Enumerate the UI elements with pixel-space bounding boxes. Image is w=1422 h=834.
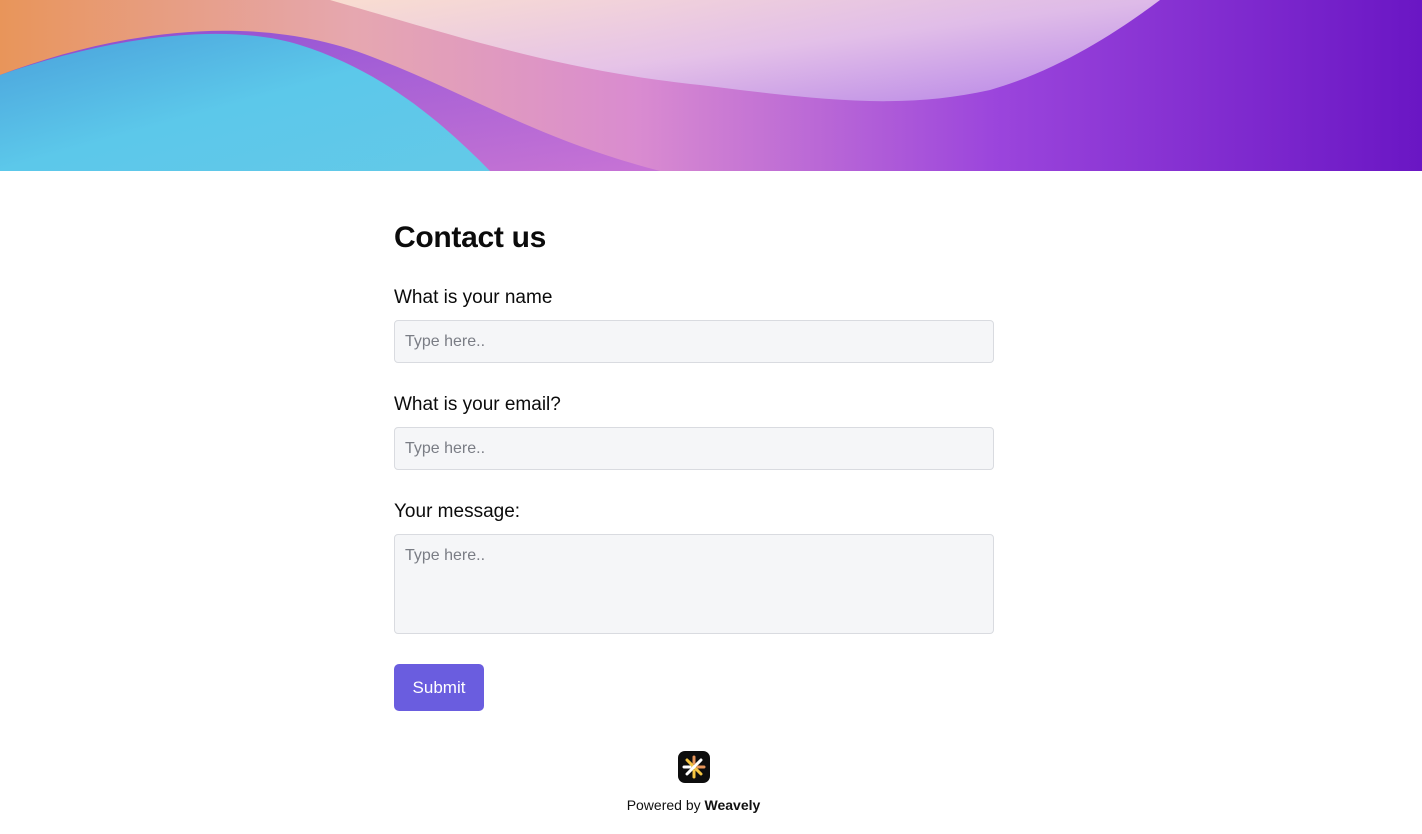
message-textarea[interactable] xyxy=(394,534,994,634)
email-input[interactable] xyxy=(394,427,994,470)
banner-gradient-art xyxy=(0,0,1422,171)
footer: Powered by Weavely xyxy=(0,751,1387,813)
submit-button[interactable]: Submit xyxy=(394,664,484,711)
name-question-label: What is your name xyxy=(394,287,553,308)
brand-name: Weavely xyxy=(704,797,761,813)
powered-by-text[interactable]: Powered by Weavely xyxy=(0,797,1387,813)
message-question-label: Your message: xyxy=(394,501,521,522)
header-banner xyxy=(0,0,1422,171)
weavely-logo-icon[interactable] xyxy=(677,751,710,783)
powered-by-prefix: Powered by xyxy=(626,797,701,813)
email-question-label: What is your email? xyxy=(394,394,561,415)
logo-mark xyxy=(682,755,705,779)
name-input[interactable] xyxy=(394,320,994,363)
form-title: Contact us xyxy=(394,221,547,254)
